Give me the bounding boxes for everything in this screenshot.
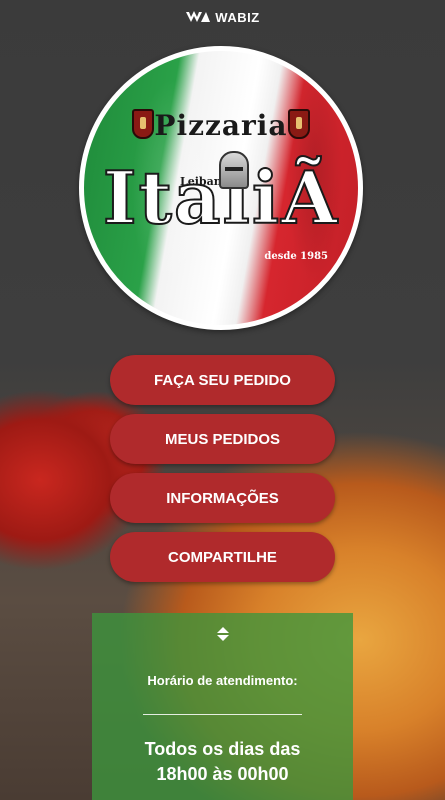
- hours-text: Todos os dias das 18h00 às 00h00: [92, 737, 353, 787]
- brand-name: WABIZ: [215, 9, 260, 25]
- divider: [143, 714, 302, 715]
- place-order-button[interactable]: FAÇA SEU PEDIDO: [110, 355, 335, 405]
- hours-label: Horário de atendimento:: [147, 673, 298, 688]
- wabiz-logo-icon: [186, 11, 211, 22]
- chevron-down-icon: [216, 635, 229, 641]
- restaurant-logo: Pizzaria ItaliÃ Leibanti desde 1985: [79, 46, 363, 330]
- main-menu: FAÇA SEU PEDIDO MEUS PEDIDOS INFORMAÇÕES…: [110, 355, 335, 582]
- chevron-up-icon: [216, 627, 229, 633]
- opening-hours-card: Horário de atendimento: Todos os dias da…: [92, 613, 353, 800]
- hours-line-2: 18h00 às 00h00: [156, 764, 289, 784]
- knight-helmet-icon: [219, 151, 249, 189]
- share-button[interactable]: COMPARTILHE: [110, 532, 335, 582]
- expand-collapse-icon[interactable]: [92, 627, 353, 641]
- my-orders-button[interactable]: MEUS PEDIDOS: [110, 414, 335, 464]
- top-bar: WABIZ: [0, 0, 445, 34]
- information-button[interactable]: INFORMAÇÕES: [110, 473, 335, 523]
- logo-title-small: Pizzaria: [154, 109, 288, 142]
- logo-since: desde 1985: [264, 251, 328, 262]
- hours-line-1: Todos os dias das: [144, 739, 301, 759]
